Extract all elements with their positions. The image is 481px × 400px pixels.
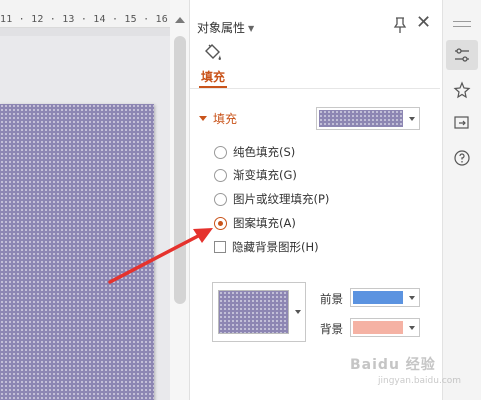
ruler-strip (0, 28, 170, 36)
fill-preview-swatch (319, 110, 403, 127)
watermark-subtext: jingyan.baidu.com (378, 376, 462, 386)
option-label: 渐变填充(G) (233, 168, 297, 182)
radio-button[interactable] (214, 168, 227, 182)
object-properties-panel: 对象属性 ▼ ✕ 填充 填充 纯色填充(S) 渐变填充(G) 图片或纹理填充(P)… (190, 0, 442, 400)
tab-fill[interactable]: 填充 (201, 68, 225, 85)
panel-title[interactable]: 对象属性 ▼ (197, 19, 254, 36)
scroll-up-icon[interactable] (175, 17, 185, 23)
background-label: 背景 (320, 322, 343, 336)
fill-section-title: 填充 (213, 112, 238, 126)
properties-button[interactable] (446, 40, 478, 70)
panel-title-text: 对象属性 (197, 21, 246, 35)
pattern-preview-swatch (218, 290, 289, 334)
properties-icon (455, 48, 469, 62)
radio-button-selected[interactable] (214, 216, 227, 230)
chevron-down-icon: ▼ (248, 24, 255, 33)
star-pin-icon (453, 81, 471, 99)
pattern-style-dropdown[interactable] (212, 282, 306, 342)
chevron-down-icon (295, 310, 301, 314)
radio-picture-texture-fill[interactable]: 图片或纹理填充(P) (214, 190, 329, 208)
foreground-label: 前景 (320, 292, 343, 306)
vertical-scrollbar[interactable] (170, 0, 190, 400)
close-icon[interactable]: ✕ (416, 14, 431, 32)
tab-divider (190, 88, 440, 89)
foreground-color-dropdown[interactable] (350, 288, 420, 307)
radio-solid-fill[interactable]: 纯色填充(S) (214, 143, 295, 161)
menu-icon[interactable] (453, 21, 471, 27)
option-label: 图案填充(A) (233, 216, 296, 230)
collapse-triangle-icon (199, 116, 207, 121)
background-color-swatch (353, 321, 403, 334)
scrollbar-thumb[interactable] (174, 36, 186, 304)
share-button[interactable] (446, 108, 478, 138)
horizontal-ruler: 11 · 12 · 13 · 14 · 15 · 16 · (0, 0, 170, 28)
option-label: 图片或纹理填充(P) (233, 192, 330, 206)
share-icon (454, 116, 469, 129)
pin-icon[interactable] (392, 16, 408, 34)
paint-bucket-icon[interactable] (202, 42, 224, 64)
radio-gradient-fill[interactable]: 渐变填充(G) (214, 166, 297, 184)
help-icon (454, 150, 470, 166)
pin-star-button[interactable] (446, 75, 478, 105)
foreground-color-swatch (353, 291, 403, 304)
chevron-down-icon (409, 325, 415, 330)
help-button[interactable] (446, 143, 478, 173)
radio-pattern-fill[interactable]: 图案填充(A) (214, 214, 296, 232)
document-canvas: 11 · 12 · 13 · 14 · 15 · 16 · (0, 0, 170, 400)
checkbox-label: 隐藏背景图形(H) (232, 240, 319, 254)
option-label: 纯色填充(S) (233, 145, 296, 159)
radio-button[interactable] (214, 192, 227, 206)
ruler-numbers: 11 · 12 · 13 · 14 · 15 · 16 · (0, 14, 170, 25)
right-sidebar (442, 0, 481, 400)
chevron-down-icon (409, 295, 415, 300)
slide-page[interactable] (0, 104, 154, 400)
fill-section-header[interactable]: 填充 (199, 110, 237, 127)
hide-background-checkbox[interactable]: 隐藏背景图形(H) (214, 238, 319, 256)
background-color-dropdown[interactable] (350, 318, 420, 337)
chevron-down-icon (409, 116, 415, 121)
checkbox[interactable] (214, 241, 226, 253)
radio-button[interactable] (214, 145, 227, 159)
fill-preview-dropdown[interactable] (316, 107, 420, 130)
watermark-text: Baidu 经验 (350, 357, 436, 373)
